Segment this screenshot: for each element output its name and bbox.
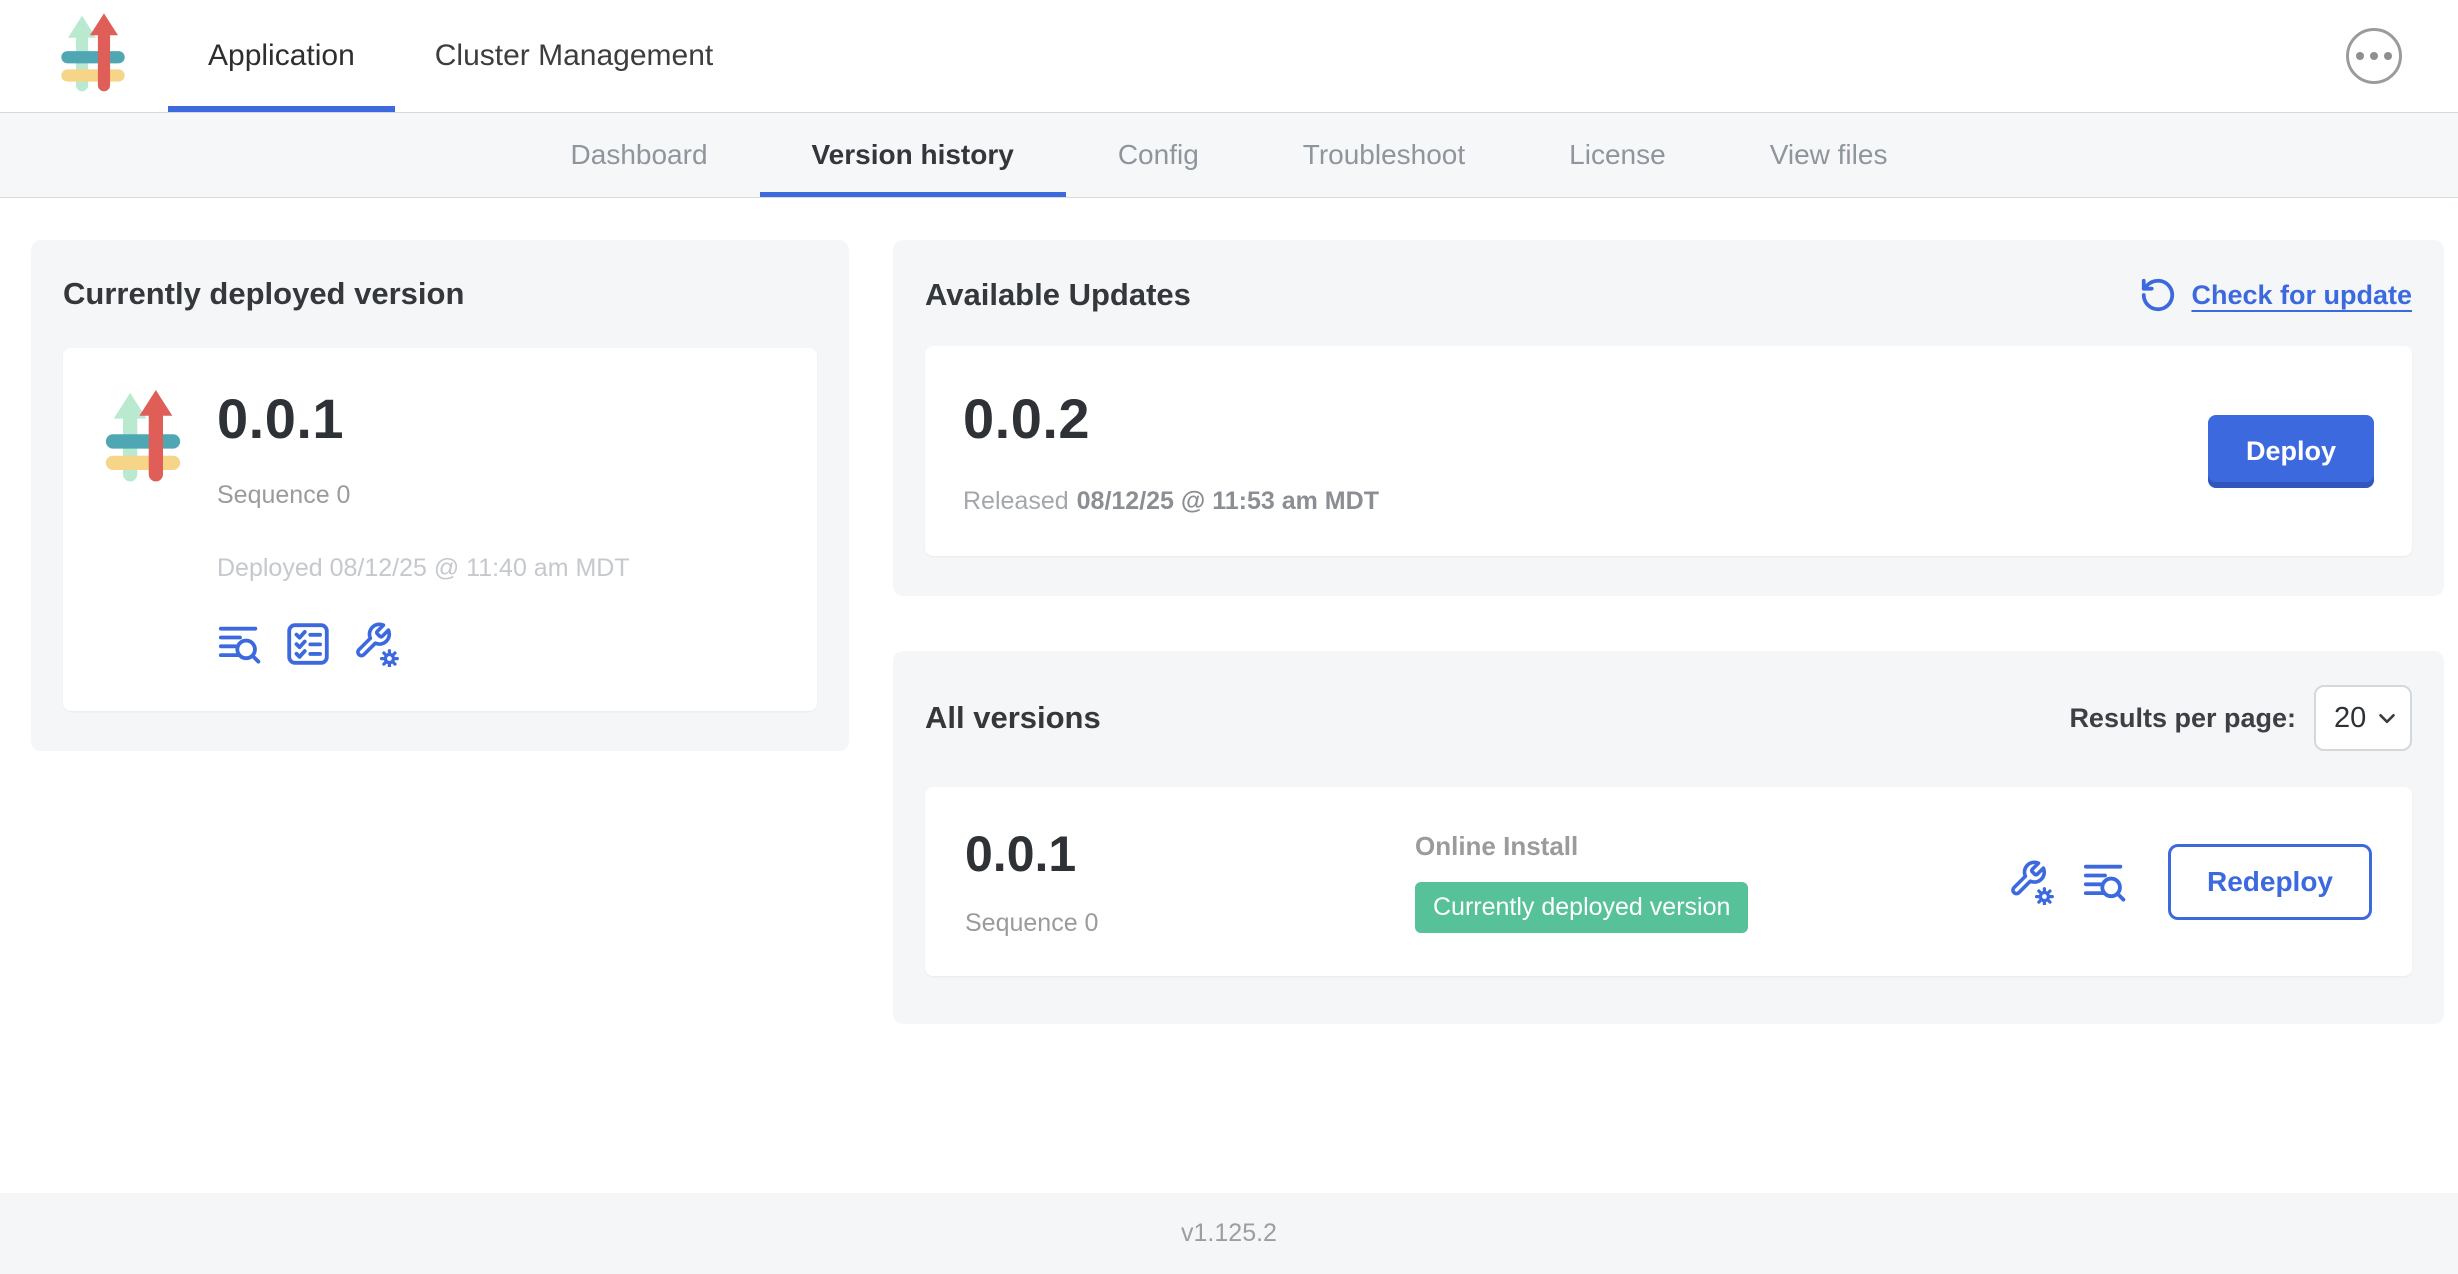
current-version-info: 0.0.1 Sequence 0 Deployed 08/12/25 @ 11:… [217,386,630,667]
currently-deployed-badge: Currently deployed version [1415,882,1748,933]
app-logo-icon [97,390,189,490]
update-info: 0.0.2 Released 08/12/25 @ 11:53 am MDT [963,386,1379,516]
config-wrench-gear-icon [2008,859,2054,905]
console-footer: v1.125.2 [0,1193,2458,1274]
view-diff-button[interactable] [2082,859,2128,905]
released-prefix: Released [963,487,1069,515]
ellipsis-icon [2356,52,2392,60]
row-sequence-label: Sequence 0 [965,909,1415,938]
row-version-number: 0.0.1 [965,825,1415,883]
current-version-card-title: Currently deployed version [63,276,817,312]
diff-icon [217,621,263,667]
subnav-item-troubleshoot[interactable]: Troubleshoot [1251,113,1517,197]
install-type-label: Online Install [1415,831,2008,862]
app-subnav: Dashboard Version history Config Trouble… [0,113,2458,198]
version-action-icons [217,621,630,667]
deployed-timestamp: Deployed 08/12/25 @ 11:40 am MDT [217,554,630,583]
check-for-update-link[interactable]: Check for update [2139,276,2412,314]
row-actions: Redeploy [2008,844,2372,920]
tab-application[interactable]: Application [168,0,395,112]
preflight-checks-button[interactable] [285,621,331,667]
preflight-checks-icon [285,621,331,667]
subnav-item-dashboard[interactable]: Dashboard [519,113,760,197]
results-per-page: Results per page: 20 [2069,685,2412,751]
main-content: Currently deployed version 0.0.1 Sequenc… [0,198,2458,1193]
tab-cluster-management[interactable]: Cluster Management [395,0,753,112]
row-version-info: 0.0.1 Sequence 0 [965,825,1415,938]
sequence-label: Sequence 0 [217,481,630,510]
view-diff-button[interactable] [217,621,263,667]
overflow-menu-button[interactable] [2346,28,2402,84]
released-timestamp: Released 08/12/25 @ 11:53 am MDT [963,487,1379,516]
subnav-item-license[interactable]: License [1517,113,1718,197]
results-per-page-label: Results per page: [2069,703,2296,734]
view-config-button[interactable] [353,621,399,667]
current-version-card: Currently deployed version 0.0.1 Sequenc… [31,240,849,751]
check-for-update-label: Check for update [2191,280,2412,311]
all-versions-card: All versions Results per page: 20 [893,651,2444,1024]
results-per-page-select[interactable]: 20 [2314,685,2412,751]
right-column: Available Updates Check for update 0.0.2… [893,240,2444,1024]
subnav-item-config[interactable]: Config [1066,113,1251,197]
all-versions-title: All versions [925,700,1101,736]
deploy-button[interactable]: Deploy [2208,415,2374,488]
current-version-details: 0.0.1 Sequence 0 Deployed 08/12/25 @ 11:… [63,348,817,711]
update-version-number: 0.0.2 [963,386,1379,451]
console-version: v1.125.2 [1181,1219,1277,1248]
view-config-button[interactable] [2008,859,2054,905]
row-install-info: Online Install Currently deployed versio… [1415,831,2008,933]
top-navigation: Application Cluster Management [0,0,2458,113]
version-row: 0.0.1 Sequence 0 Online Install Currentl… [925,787,2412,976]
subnav-item-version-history[interactable]: Version history [760,113,1066,197]
available-updates-title: Available Updates [925,277,1191,313]
top-tabs: Application Cluster Management [168,0,753,112]
refresh-icon [2139,276,2177,314]
results-per-page-select-wrap: 20 [2314,685,2412,751]
admin-console-page: Application Cluster Management Dashboard… [0,0,2458,1274]
diff-icon [2082,859,2128,905]
available-updates-card: Available Updates Check for update 0.0.2… [893,240,2444,596]
subnav-item-view-files[interactable]: View files [1718,113,1940,197]
config-wrench-gear-icon [353,621,399,667]
version-number: 0.0.1 [217,386,630,451]
released-date: 08/12/25 @ 11:53 am MDT [1077,487,1379,515]
app-logo-icon [54,13,132,99]
update-row: 0.0.2 Released 08/12/25 @ 11:53 am MDT De… [925,346,2412,556]
redeploy-button[interactable]: Redeploy [2168,844,2372,920]
